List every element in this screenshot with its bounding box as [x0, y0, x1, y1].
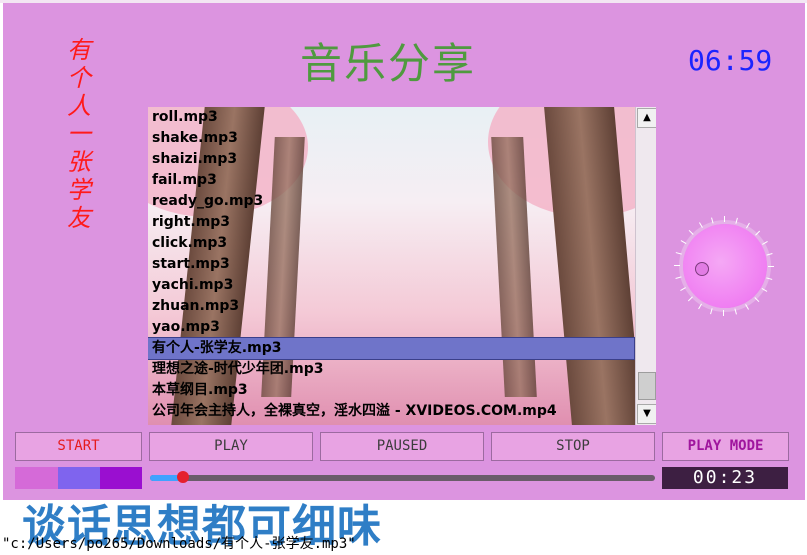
play-button[interactable]: PLAY — [149, 432, 313, 461]
track-item[interactable]: yao.mp3 — [148, 317, 634, 338]
track-item[interactable]: roll.mp3 — [148, 107, 634, 128]
side-char: 个 — [67, 64, 91, 92]
color-swatch[interactable] — [15, 467, 58, 489]
knob-tick — [674, 265, 680, 266]
side-char: 张 — [67, 148, 91, 176]
track-item[interactable]: shaizi.mp3 — [148, 149, 634, 170]
arrow-down-icon[interactable]: ▼ — [637, 404, 656, 424]
knob-tick — [724, 216, 725, 222]
app-title: 音乐分享 — [300, 39, 477, 88]
track-item[interactable]: right.mp3 — [148, 212, 634, 233]
side-char: 学 — [67, 176, 91, 204]
track-item[interactable]: ready_go.mp3 — [148, 191, 634, 212]
progress-handle[interactable] — [176, 471, 189, 483]
scrollbar-thumb[interactable] — [638, 372, 656, 400]
track-item[interactable]: 理想之途-时代少年团.mp3 — [148, 359, 634, 380]
elapsed-time: 00:23 — [662, 467, 788, 489]
track-list: roll.mp3 shake.mp3 shaizi.mp3 fail.mp3 r… — [148, 107, 635, 422]
color-swatch[interactable] — [100, 467, 142, 489]
side-char: 人 — [67, 92, 91, 120]
paused-button[interactable]: PAUSED — [320, 432, 484, 461]
knob-tick — [723, 310, 724, 316]
track-item[interactable]: click.mp3 — [148, 233, 634, 254]
color-swatch[interactable] — [58, 467, 100, 489]
side-vertical-text: 有 个 人 一 张 学 友 — [64, 36, 94, 232]
track-item[interactable]: shake.mp3 — [148, 128, 634, 149]
track-item-selected[interactable]: 有个人-张学友.mp3 — [148, 337, 635, 360]
track-item[interactable]: fail.mp3 — [148, 170, 634, 191]
progress-bar[interactable] — [150, 471, 655, 483]
side-char: 一 — [67, 120, 91, 148]
playlist[interactable]: roll.mp3 shake.mp3 shaizi.mp3 fail.mp3 r… — [148, 107, 656, 425]
side-char: 友 — [67, 204, 91, 232]
knob-tick — [768, 266, 774, 267]
track-item[interactable]: zhuan.mp3 — [148, 296, 634, 317]
knob-indicator — [695, 262, 709, 276]
stop-button[interactable]: STOP — [491, 432, 655, 461]
file-path-text: "c:/Users/po265/Downloads/有个人-张学友.mp3" — [2, 536, 356, 552]
arrow-up-icon[interactable]: ▲ — [637, 108, 656, 128]
start-button[interactable]: START — [15, 432, 142, 461]
track-item[interactable]: 公司年会主持人，全裸真空，淫水四溢 - XVIDEOS.COM.mp4 — [148, 401, 634, 422]
clock: 06:59 — [688, 44, 773, 77]
volume-knob-icon[interactable] — [674, 216, 774, 316]
side-char: 有 — [67, 36, 91, 64]
play-mode-button[interactable]: PLAY MODE — [662, 432, 789, 461]
track-item[interactable]: yachi.mp3 — [148, 275, 634, 296]
track-item[interactable]: 本草纲目.mp3 — [148, 380, 634, 401]
track-item[interactable]: start.mp3 — [148, 254, 634, 275]
playlist-scrollbar[interactable]: ▲ ▼ — [635, 107, 656, 425]
